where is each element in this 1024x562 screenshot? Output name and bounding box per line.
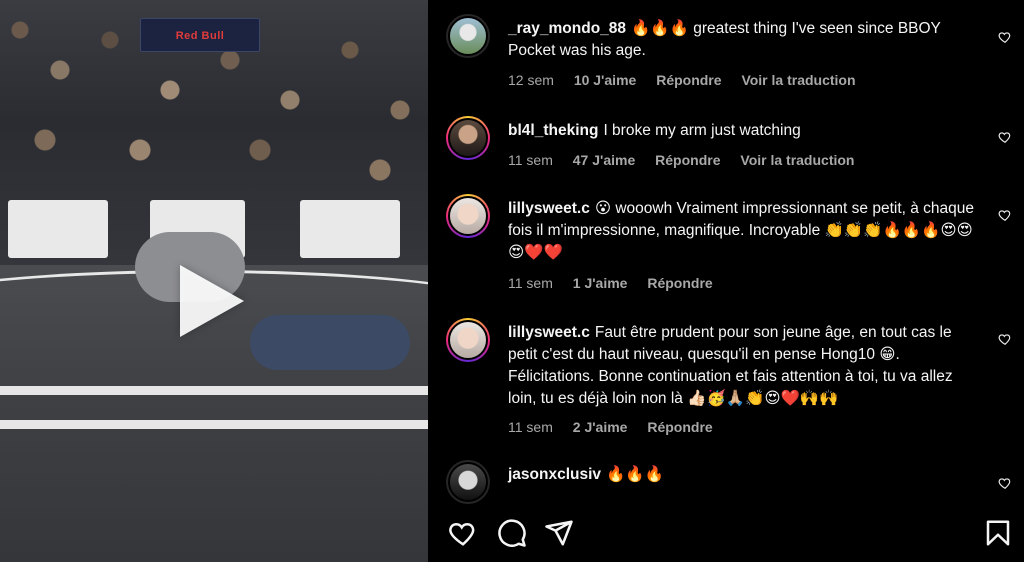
- reply-button[interactable]: Répondre: [655, 152, 720, 168]
- comment-time: 12 sem: [508, 72, 554, 88]
- comment-likes[interactable]: 47 J'aime: [573, 152, 636, 168]
- comment-text: 🔥🔥🔥: [606, 466, 664, 483]
- bench: [8, 200, 108, 258]
- heart-icon[interactable]: [998, 208, 1012, 222]
- comment-meta: 12 sem 10 J'aime Répondre Voir la traduc…: [508, 72, 872, 88]
- action-bar: [428, 506, 1024, 562]
- avatar[interactable]: [446, 194, 490, 238]
- translate-button[interactable]: Voir la traduction: [741, 72, 855, 88]
- bookmark-icon[interactable]: [983, 518, 1013, 548]
- comment-meta: 11 sem 2 J'aime Répondre: [508, 419, 729, 435]
- comment-body: bl4l_theking I broke my arm just watching: [508, 120, 976, 142]
- play-icon[interactable]: [180, 265, 244, 337]
- comment-body: lillysweet.c Faut être prudent pour son j…: [508, 322, 976, 410]
- comment-time: 11 sem: [508, 419, 553, 435]
- comment-body: jasonxclusiv 🔥🔥🔥: [508, 464, 976, 486]
- reply-button[interactable]: Répondre: [647, 419, 712, 435]
- comment-icon[interactable]: [497, 518, 527, 548]
- share-icon[interactable]: [544, 518, 574, 548]
- sponsor-banner: Red Bull: [140, 18, 260, 52]
- comments-panel: _ray_mondo_88 🔥🔥🔥 greatest thing I've see…: [428, 0, 1024, 562]
- floor-stripe: [0, 386, 428, 395]
- comment-list[interactable]: _ray_mondo_88 🔥🔥🔥 greatest thing I've see…: [428, 0, 1024, 506]
- avatar[interactable]: [446, 116, 490, 160]
- comment-likes[interactable]: 10 J'aime: [574, 72, 637, 88]
- heart-icon[interactable]: [998, 332, 1012, 346]
- comment-time: 11 sem: [508, 275, 553, 291]
- heart-icon[interactable]: [448, 518, 478, 548]
- comment-username[interactable]: bl4l_theking: [508, 122, 598, 139]
- comment-username[interactable]: jasonxclusiv: [508, 466, 601, 483]
- reply-button[interactable]: Répondre: [647, 275, 712, 291]
- translate-button[interactable]: Voir la traduction: [740, 152, 854, 168]
- comment-time: 11 sem: [508, 152, 553, 168]
- heart-icon[interactable]: [998, 476, 1012, 490]
- comment-meta: 11 sem 47 J'aime Répondre Voir la traduc…: [508, 152, 870, 168]
- comment-body: lillysweet.c 😮 wooowh Vraiment impression…: [508, 198, 976, 264]
- floor-stripe: [0, 420, 428, 429]
- comment-meta: 11 sem 1 J'aime Répondre: [508, 275, 729, 291]
- comment-likes[interactable]: 1 J'aime: [573, 275, 628, 291]
- bench: [300, 200, 400, 258]
- comment-body: _ray_mondo_88 🔥🔥🔥 greatest thing I've see…: [508, 18, 976, 62]
- comment-username[interactable]: lillysweet.c: [508, 200, 590, 217]
- video-player[interactable]: Red Bull: [0, 0, 428, 562]
- avatar[interactable]: [446, 460, 490, 504]
- comment-likes[interactable]: 2 J'aime: [573, 419, 628, 435]
- avatar[interactable]: [446, 318, 490, 362]
- comment-username[interactable]: _ray_mondo_88: [508, 20, 626, 37]
- heart-icon[interactable]: [998, 30, 1012, 44]
- heart-icon[interactable]: [998, 130, 1012, 144]
- reply-button[interactable]: Répondre: [656, 72, 721, 88]
- comment-text: I broke my arm just watching: [603, 122, 801, 139]
- dancer: [250, 315, 410, 370]
- avatar[interactable]: [446, 14, 490, 58]
- comment-username[interactable]: lillysweet.c: [508, 324, 590, 341]
